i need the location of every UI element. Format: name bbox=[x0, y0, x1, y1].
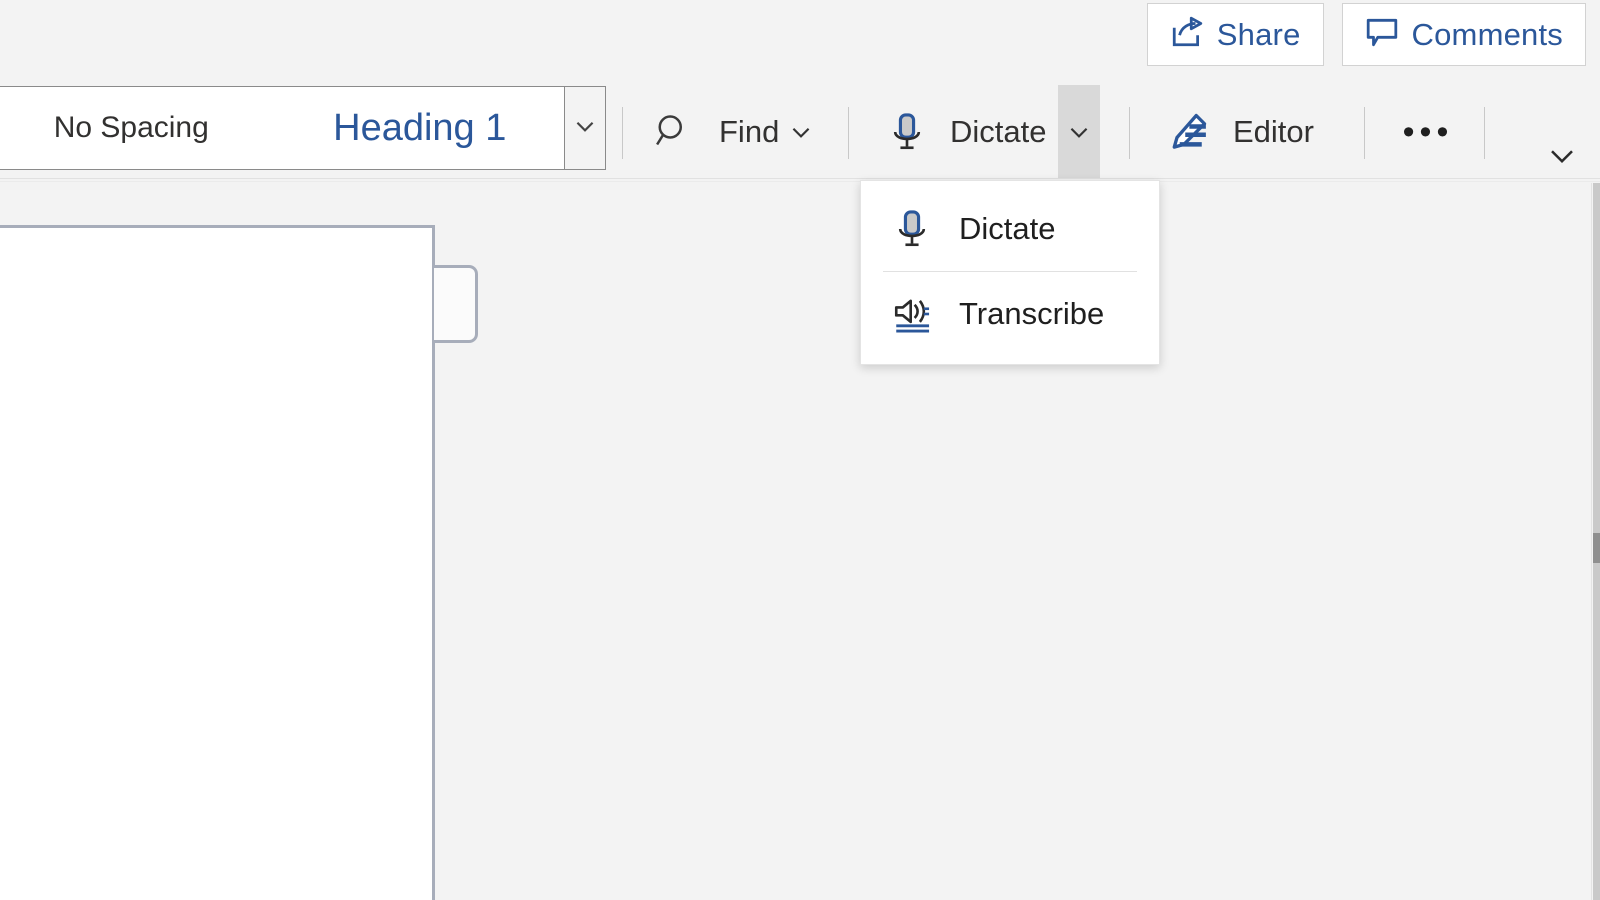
document-canvas[interactable] bbox=[0, 183, 1600, 900]
dictate-button-label: Dictate bbox=[950, 114, 1047, 149]
share-button-label: Share bbox=[1216, 17, 1301, 52]
comments-button[interactable]: Comments bbox=[1341, 3, 1586, 66]
styles-gallery-items: No Spacing Heading 1 bbox=[0, 86, 564, 170]
menu-item-transcribe[interactable]: Transcribe bbox=[861, 272, 1159, 356]
dictate-chevron-down-icon[interactable] bbox=[1058, 85, 1101, 179]
share-icon bbox=[1170, 15, 1204, 54]
ribbon-separator-1 bbox=[622, 107, 623, 159]
menu-item-dictate[interactable]: Dictate bbox=[861, 187, 1159, 271]
ribbon-separator-3 bbox=[1129, 107, 1130, 159]
share-button[interactable]: Share bbox=[1146, 3, 1324, 66]
editor-pen-icon bbox=[1157, 110, 1219, 154]
ribbon-overflow-button[interactable]: ••• bbox=[1392, 85, 1464, 179]
ribbon-separator-2 bbox=[848, 107, 849, 159]
microphone-icon bbox=[876, 111, 938, 153]
vertical-scrollbar[interactable] bbox=[1591, 183, 1600, 900]
ribbon-divider bbox=[0, 178, 1600, 179]
style-item-no-spacing[interactable]: No Spacing bbox=[0, 111, 276, 145]
menu-item-dictate-label: Dictate bbox=[959, 211, 1056, 246]
ribbon-separator-5 bbox=[1484, 107, 1485, 159]
comment-icon bbox=[1365, 15, 1399, 54]
topbar-actions: Share Comments bbox=[1146, 3, 1586, 66]
ribbon-divider-shadow bbox=[0, 181, 1600, 182]
menu-item-transcribe-label: Transcribe bbox=[959, 296, 1105, 331]
vertical-scrollbar-thumb[interactable] bbox=[1593, 533, 1600, 563]
ribbon-separator-4 bbox=[1364, 107, 1365, 159]
style-item-heading-1[interactable]: Heading 1 bbox=[276, 107, 565, 150]
find-button-label: Find bbox=[719, 114, 780, 149]
title-bar-actions-area: Share Comments bbox=[0, 0, 1600, 85]
search-icon bbox=[645, 112, 703, 152]
ribbon-collapse-button[interactable] bbox=[1538, 135, 1586, 179]
editor-button-label: Editor bbox=[1233, 114, 1314, 149]
ribbon-overflow-label: ••• bbox=[1402, 112, 1454, 151]
dictate-button[interactable]: Dictate bbox=[876, 85, 1101, 179]
find-button[interactable]: Find bbox=[645, 85, 823, 179]
word-window: Share Comments No Spacing Heading 1 Find… bbox=[0, 0, 1600, 900]
styles-gallery: No Spacing Heading 1 bbox=[0, 86, 606, 170]
chevron-down-icon bbox=[1547, 140, 1577, 175]
dictate-dropdown-menu: Dictate Transcribe bbox=[860, 180, 1160, 365]
chevron-down-icon bbox=[572, 113, 598, 144]
editor-button[interactable]: Editor bbox=[1157, 85, 1314, 179]
find-chevron-down-icon[interactable] bbox=[779, 119, 823, 145]
ribbon: No Spacing Heading 1 Find Dictate Editor… bbox=[0, 85, 1600, 179]
transcribe-icon bbox=[891, 292, 933, 336]
pane-expand-handle[interactable] bbox=[434, 265, 478, 343]
styles-gallery-more-button[interactable] bbox=[564, 86, 606, 170]
document-page[interactable] bbox=[0, 225, 435, 900]
comments-button-label: Comments bbox=[1411, 17, 1563, 52]
microphone-icon bbox=[891, 208, 933, 250]
